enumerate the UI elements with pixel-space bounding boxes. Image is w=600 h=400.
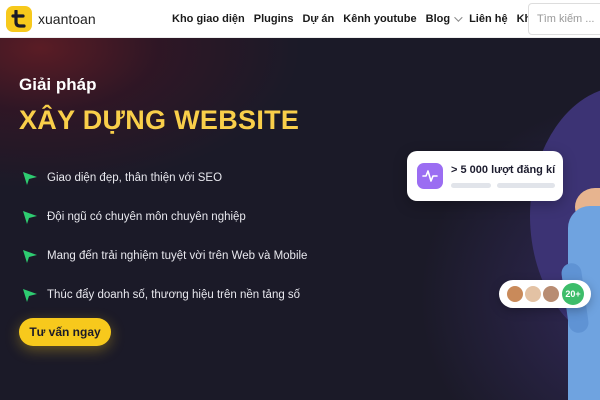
nav-label: Plugins bbox=[253, 13, 294, 25]
send-arrow-icon bbox=[23, 249, 37, 263]
nav-label: Liên hệ bbox=[469, 13, 508, 25]
send-arrow-icon bbox=[23, 288, 37, 302]
site-logo[interactable]: xuantoan bbox=[6, 6, 96, 32]
list-item: Mang đến trải nghiệm tuyệt vời trên Web … bbox=[22, 236, 307, 275]
nav-label: Dự án bbox=[302, 13, 335, 25]
user-count-badge: 20+ bbox=[562, 283, 584, 305]
avatar bbox=[541, 284, 561, 304]
nav-item-kenh-youtube[interactable]: Kênh youtube bbox=[343, 13, 416, 25]
feature-list: Giao diện đẹp, thân thiện với SEO Đội ng… bbox=[22, 158, 307, 314]
avatar bbox=[505, 284, 525, 304]
send-arrow-icon bbox=[23, 171, 37, 185]
logo-text: xuantoan bbox=[38, 11, 96, 27]
search-input[interactable] bbox=[528, 3, 600, 35]
feature-text: Đội ngũ có chuyên môn chuyên nghiệp bbox=[47, 210, 246, 223]
users-avatar-group: 20+ bbox=[499, 280, 591, 308]
main-nav: Kho giao diện Plugins Dự án Kênh youtube… bbox=[172, 0, 557, 38]
list-item: Đội ngũ có chuyên môn chuyên nghiệp bbox=[22, 197, 307, 236]
nav-label: Kênh youtube bbox=[343, 13, 417, 25]
nav-label: Blog bbox=[425, 13, 451, 25]
list-item: Thúc đẩy doanh số, thương hiệu trên nền … bbox=[22, 275, 307, 314]
site-header: xuantoan Kho giao diện Plugins Dự án Kên… bbox=[0, 0, 600, 38]
hero-eyebrow: Giải pháp bbox=[19, 75, 97, 94]
hero-section: Giải pháp XÂY DỰNG WEBSITE Giao diện đẹp… bbox=[0, 38, 600, 400]
nav-label: Kho giao diện bbox=[172, 13, 245, 25]
chevron-down-icon bbox=[454, 13, 463, 22]
nav-item-plugins[interactable]: Plugins bbox=[254, 13, 294, 25]
registration-stat-card: > 5 000 lượt đăng kí bbox=[407, 151, 563, 201]
feature-text: Giao diện đẹp, thân thiện với SEO bbox=[47, 171, 223, 184]
avatar bbox=[523, 284, 543, 304]
nav-item-blog[interactable]: Blog bbox=[425, 13, 463, 25]
list-item: Giao diện đẹp, thân thiện với SEO bbox=[22, 158, 307, 197]
t-logo-icon bbox=[6, 6, 32, 32]
feature-text: Thúc đẩy doanh số, thương hiệu trên nền … bbox=[47, 288, 301, 301]
registration-stat-text: > 5 000 lượt đăng kí bbox=[451, 164, 556, 176]
nav-item-lien-he[interactable]: Liên hệ bbox=[469, 13, 508, 25]
send-arrow-icon bbox=[23, 210, 37, 224]
nav-item-kho-giao-dien[interactable]: Kho giao diện bbox=[172, 13, 245, 25]
consult-now-button[interactable]: Tư vấn ngay bbox=[19, 318, 111, 346]
hero-headline: XÂY DỰNG WEBSITE bbox=[19, 105, 300, 135]
placeholder-bar bbox=[451, 183, 491, 188]
placeholder-bar bbox=[497, 183, 555, 188]
nav-item-du-an[interactable]: Dự án bbox=[302, 13, 334, 25]
activity-pulse-icon bbox=[417, 163, 443, 189]
feature-text: Mang đến trải nghiệm tuyệt vời trên Web … bbox=[47, 249, 308, 262]
